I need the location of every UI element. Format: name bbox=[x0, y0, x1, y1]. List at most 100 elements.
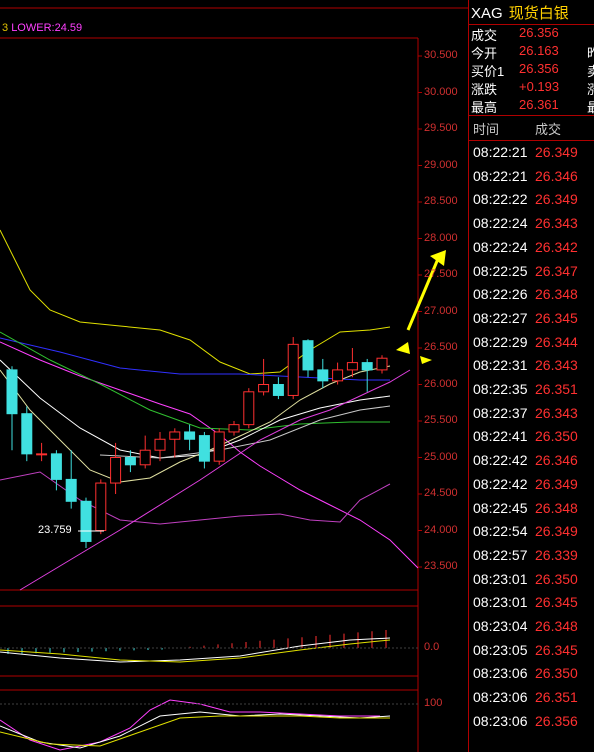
tick-row: 08:22:29 26.344 bbox=[469, 334, 594, 357]
arrowhead-icon bbox=[396, 342, 410, 354]
tick-row: 08:22:35 26.351 bbox=[469, 381, 594, 404]
tick-price: 26.350 bbox=[535, 570, 578, 587]
tick-time: 08:22:45 bbox=[473, 499, 528, 516]
kline-chart[interactable]: 3 LOWER:24.59 23.759 0.0 100 30.500 30.00… bbox=[0, 0, 468, 752]
indicator-line bbox=[0, 337, 390, 381]
tick-time: 08:22:29 bbox=[473, 333, 528, 350]
price-axis-label: 28.000 bbox=[424, 231, 458, 244]
tick-row: 08:22:27 26.345 bbox=[469, 310, 594, 333]
quote-extra: 昨 bbox=[587, 46, 594, 61]
quote-extra: 涨 bbox=[587, 82, 594, 97]
tick-price: 26.344 bbox=[535, 333, 578, 350]
tick-time: 08:22:31 bbox=[473, 357, 528, 374]
divider bbox=[469, 115, 594, 116]
price-axis-label: 29.000 bbox=[424, 158, 458, 171]
tick-time: 08:22:27 bbox=[473, 309, 528, 326]
candle-body bbox=[317, 369, 329, 382]
tick-time: 08:23:06 bbox=[473, 712, 528, 729]
tick-price: 26.348 bbox=[535, 499, 578, 516]
tick-row: 08:23:06 26.356 bbox=[469, 713, 594, 736]
quote-row: 涨跌 +0.193 涨 bbox=[469, 79, 594, 97]
candle-body bbox=[198, 435, 210, 462]
tick-time: 08:23:06 bbox=[473, 665, 528, 682]
tick-row: 08:23:04 26.348 bbox=[469, 618, 594, 641]
tick-price: 26.356 bbox=[535, 712, 578, 729]
kdj-line bbox=[0, 699, 380, 751]
macd-line bbox=[0, 637, 391, 663]
up-arrow-icon bbox=[406, 253, 442, 331]
candle-body bbox=[65, 478, 77, 502]
quote-value: 26.361 bbox=[519, 97, 559, 112]
tick-price: 26.345 bbox=[535, 641, 578, 658]
tick-time: 08:23:01 bbox=[473, 570, 528, 587]
candle-body bbox=[228, 424, 240, 433]
quote-key: 买价1 bbox=[471, 64, 505, 79]
tick-price: 26.346 bbox=[535, 167, 578, 184]
tick-time: 08:22:21 bbox=[473, 144, 528, 160]
candle-body bbox=[124, 457, 136, 466]
arrowhead-icon bbox=[420, 356, 432, 364]
tick-price: 26.342 bbox=[535, 238, 578, 255]
candle-body bbox=[80, 500, 92, 542]
indicator-line bbox=[0, 229, 391, 375]
price-axis-label: 24.500 bbox=[424, 487, 458, 499]
candle-body bbox=[36, 453, 48, 456]
price-axis-label: 30.000 bbox=[424, 85, 458, 98]
price-axis-label: 23.500 bbox=[424, 560, 458, 572]
price-axis-label: 25.500 bbox=[424, 414, 458, 426]
price-axis-label: 24.000 bbox=[424, 523, 458, 536]
price-axis-label: 27.500 bbox=[424, 268, 458, 280]
quote-key: 涨跌 bbox=[471, 82, 498, 97]
candle-body bbox=[95, 482, 107, 531]
quote-value: 26.163 bbox=[519, 43, 559, 58]
tick-price: 26.349 bbox=[535, 523, 578, 540]
candle-body bbox=[6, 369, 18, 415]
divider bbox=[469, 140, 594, 141]
tick-row: 08:23:06 26.350 bbox=[469, 665, 594, 688]
tick-row: 08:22:45 26.348 bbox=[469, 500, 594, 523]
symbol-header: XAG 现货白银 bbox=[469, 2, 594, 24]
tick-price: 26.343 bbox=[535, 357, 578, 374]
tick-time: 08:22:37 bbox=[473, 404, 528, 421]
quote-value: 26.356 bbox=[519, 61, 559, 76]
candle-body bbox=[50, 453, 62, 480]
tick-row: 08:22:24 26.342 bbox=[469, 239, 594, 262]
tick-time: 08:22:54 bbox=[473, 523, 528, 540]
tick-price: 26.348 bbox=[535, 618, 578, 634]
tick-price: 26.351 bbox=[535, 689, 578, 706]
indicator-line bbox=[0, 331, 390, 431]
quote-panel: XAG 现货白银 成交 26.356 今开 26.163 昨买价1 26.356 卖涨跌 +0.… bbox=[468, 0, 594, 752]
tick-time: 08:22:25 bbox=[473, 262, 528, 279]
candle-body bbox=[258, 384, 270, 393]
tick-time: 08:23:01 bbox=[473, 594, 528, 611]
tick-row: 08:23:01 26.345 bbox=[469, 594, 594, 617]
candle-body bbox=[243, 391, 255, 426]
candle-body bbox=[110, 457, 122, 484]
tick-price: 26.349 bbox=[535, 144, 578, 160]
tick-row: 08:22:21 26.349 bbox=[469, 144, 594, 167]
tick-row: 08:22:41 26.350 bbox=[469, 428, 594, 451]
macd-axis-label: 0.0 bbox=[424, 641, 440, 653]
tick-time: 08:22:42 bbox=[473, 475, 528, 492]
quote-row: 成交 26.356 bbox=[469, 25, 594, 43]
tick-price: 26.351 bbox=[535, 381, 578, 397]
indicator-label: 3 LOWER:24.59 bbox=[2, 22, 83, 34]
tick-price: 26.345 bbox=[535, 309, 578, 326]
tick-row: 08:22:22 26.349 bbox=[469, 191, 594, 214]
quote-extra: 最 bbox=[587, 100, 594, 115]
low-price-label: 23.759 bbox=[38, 524, 72, 536]
price-axis-label: 26.500 bbox=[424, 341, 458, 353]
price-axis-label: 29.500 bbox=[424, 122, 458, 134]
quote-extra: 卖 bbox=[587, 64, 594, 79]
candle-body bbox=[169, 431, 181, 440]
quote-row: 买价1 26.356 卖 bbox=[469, 61, 594, 79]
tick-price: 26.348 bbox=[535, 286, 578, 303]
tick-time: 08:22:41 bbox=[473, 428, 528, 445]
tick-row: 08:22:24 26.343 bbox=[469, 215, 594, 238]
tick-time: 08:22:24 bbox=[473, 238, 528, 255]
tick-row: 08:22:42 26.349 bbox=[469, 476, 594, 499]
tick-row: 08:22:21 26.346 bbox=[469, 168, 594, 191]
chart-canvas bbox=[0, 7, 468, 752]
quote-value: 26.356 bbox=[519, 25, 559, 40]
candle-body bbox=[346, 362, 358, 371]
